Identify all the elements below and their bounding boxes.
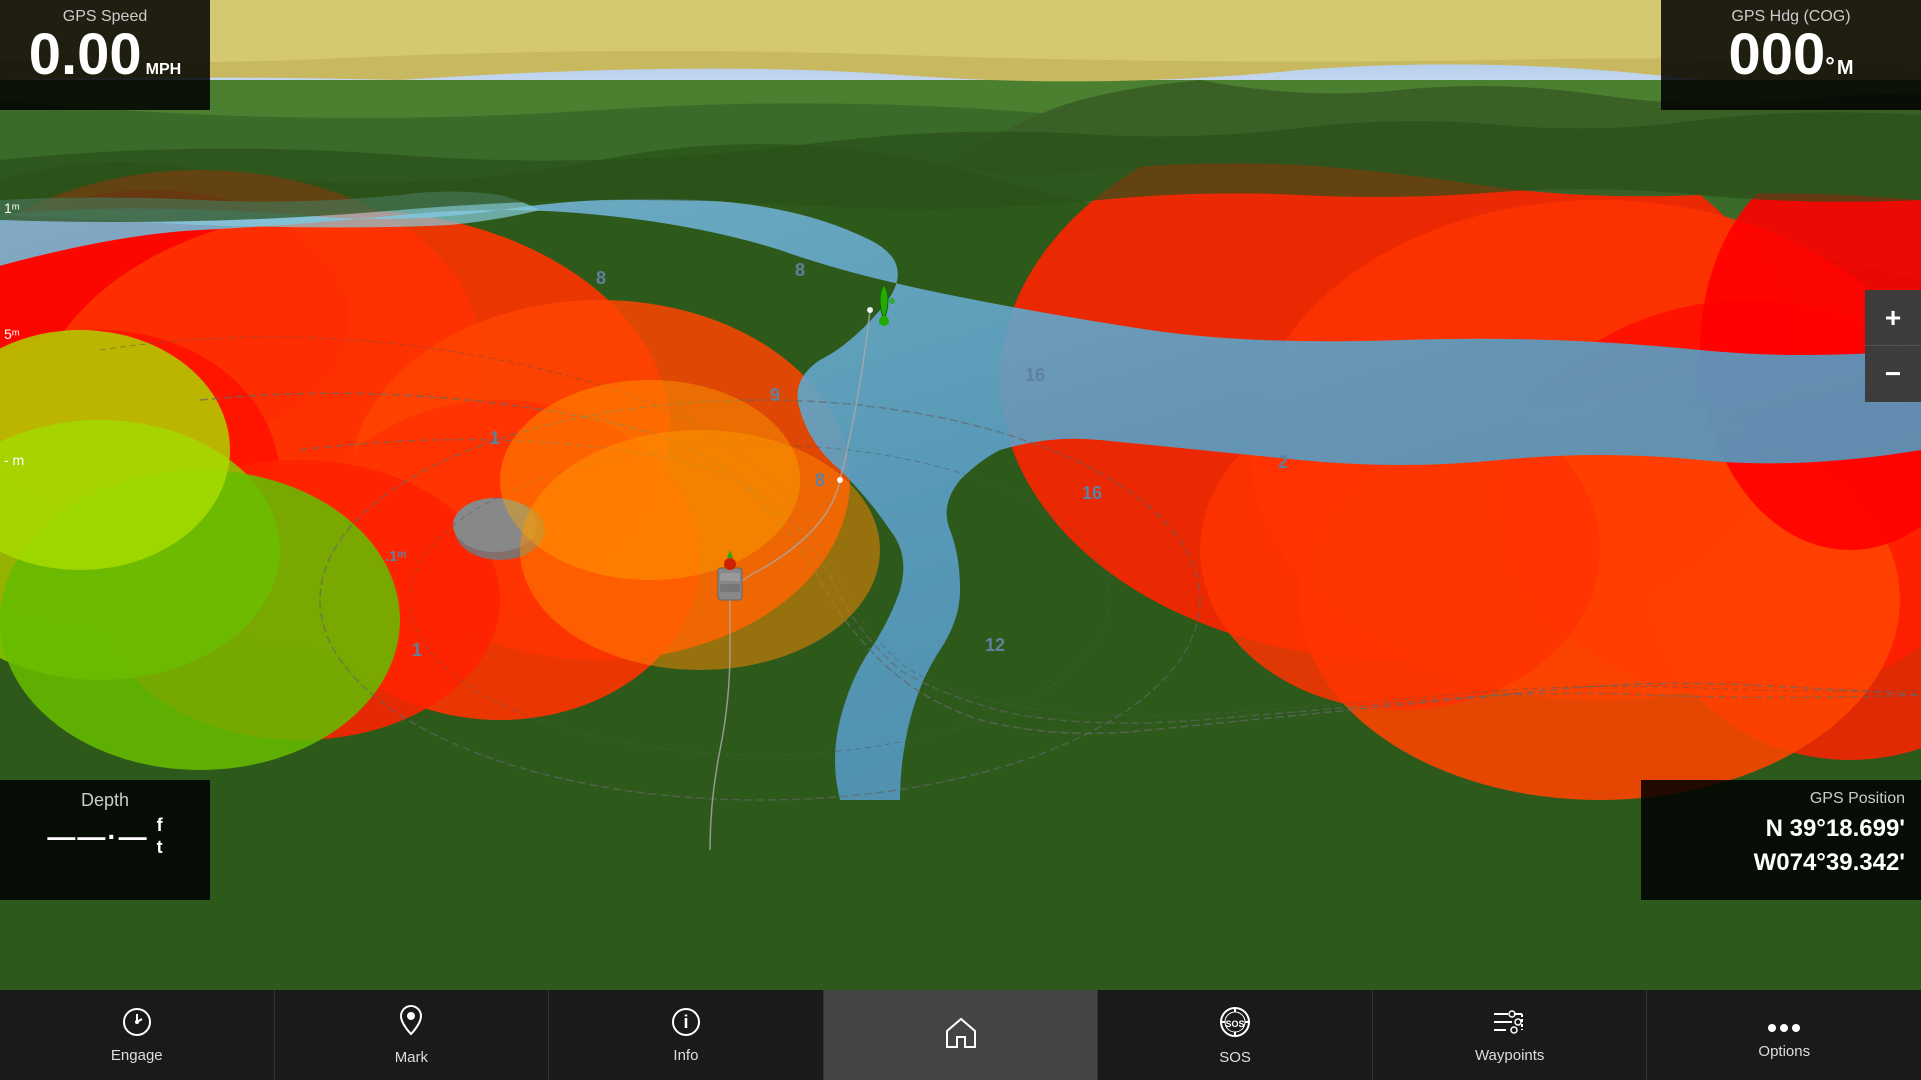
- depth-panel: Depth ——·— f t: [0, 780, 210, 900]
- nav-item-options[interactable]: Options: [1647, 990, 1921, 1080]
- nav-item-home[interactable]: [824, 990, 1099, 1080]
- nav-item-engage[interactable]: Engage: [0, 990, 275, 1080]
- sos-icon: SOS: [1217, 1004, 1253, 1045]
- depth-marker-9: 9: [770, 385, 780, 406]
- depth-marker-1b: 1: [412, 640, 422, 661]
- gps-position-lat: N 39°18.699': [1657, 812, 1905, 846]
- depth-marker-2: 2: [1278, 452, 1288, 473]
- depth-scale: 1ᵐ 5ᵐ - m: [0, 200, 24, 468]
- nav-item-info[interactable]: i Info: [549, 990, 824, 1080]
- mark-label: Mark: [395, 1049, 428, 1066]
- gps-speed-panel: GPS Speed 0.00 MPH: [0, 0, 210, 110]
- waypoints-icon: [1492, 1006, 1528, 1043]
- depth-marker-16b: 16: [1082, 483, 1102, 504]
- nav-item-sos[interactable]: SOS SOS: [1098, 990, 1373, 1080]
- zoom-in-button[interactable]: +: [1865, 290, 1921, 346]
- gps-position-lon: W074°39.342': [1657, 846, 1905, 880]
- boat-icon: [700, 548, 760, 613]
- depth-label: Depth: [16, 790, 194, 811]
- engage-icon: [121, 1006, 153, 1043]
- svg-text:i: i: [683, 1012, 688, 1032]
- depth-dashes: ——·—: [47, 821, 148, 853]
- depth-marker-16a: 16: [1025, 365, 1045, 386]
- buoy-green-icon: [870, 283, 898, 331]
- nav-item-waypoints[interactable]: Waypoints: [1373, 990, 1648, 1080]
- svg-text:SOS: SOS: [1226, 1019, 1245, 1029]
- zoom-controls: + −: [1865, 290, 1921, 402]
- depth-marker-1a: 1: [490, 428, 500, 449]
- depth-marker-8c: 8: [596, 268, 606, 289]
- gps-position-panel: GPS Position N 39°18.699' W074°39.342': [1641, 780, 1921, 900]
- depth-marker-0-1: .1ᵐ: [385, 548, 406, 565]
- gps-heading-unit: M: [1837, 57, 1854, 80]
- map-svg: [0, 0, 1921, 990]
- depth-marker-12: 12: [985, 635, 1005, 656]
- sos-label: SOS: [1219, 1049, 1251, 1066]
- depth-marker-8a: 8: [815, 470, 825, 491]
- options-label: Options: [1758, 1043, 1810, 1060]
- gps-heading-deg: °: [1825, 53, 1835, 81]
- map-container[interactable]: 1ᵐ 5ᵐ - m 9 8 16 16 12 1 1 .1ᵐ 2 8 8 GPS…: [0, 0, 1921, 990]
- gps-speed-unit: MPH: [146, 62, 182, 78]
- home-icon: [943, 1015, 979, 1056]
- gps-heading-panel: GPS Hdg (COG) 000 ° M: [1661, 0, 1921, 110]
- engage-label: Engage: [111, 1047, 163, 1064]
- gps-position-label: GPS Position: [1657, 790, 1905, 808]
- depth-unit: f t: [157, 815, 163, 858]
- mark-icon: [395, 1004, 427, 1045]
- waypoints-label: Waypoints: [1475, 1047, 1544, 1064]
- info-icon: i: [670, 1006, 702, 1043]
- gps-speed-value: 0.00: [29, 26, 142, 84]
- depth-marker-8b: 8: [795, 260, 805, 281]
- info-label: Info: [673, 1047, 698, 1064]
- options-icon: [1766, 1011, 1802, 1039]
- zoom-out-button[interactable]: −: [1865, 346, 1921, 402]
- gps-heading-value: 000: [1728, 26, 1825, 84]
- nav-item-mark[interactable]: Mark: [275, 990, 550, 1080]
- bottom-nav: Engage Mark i Info: [0, 990, 1921, 1080]
